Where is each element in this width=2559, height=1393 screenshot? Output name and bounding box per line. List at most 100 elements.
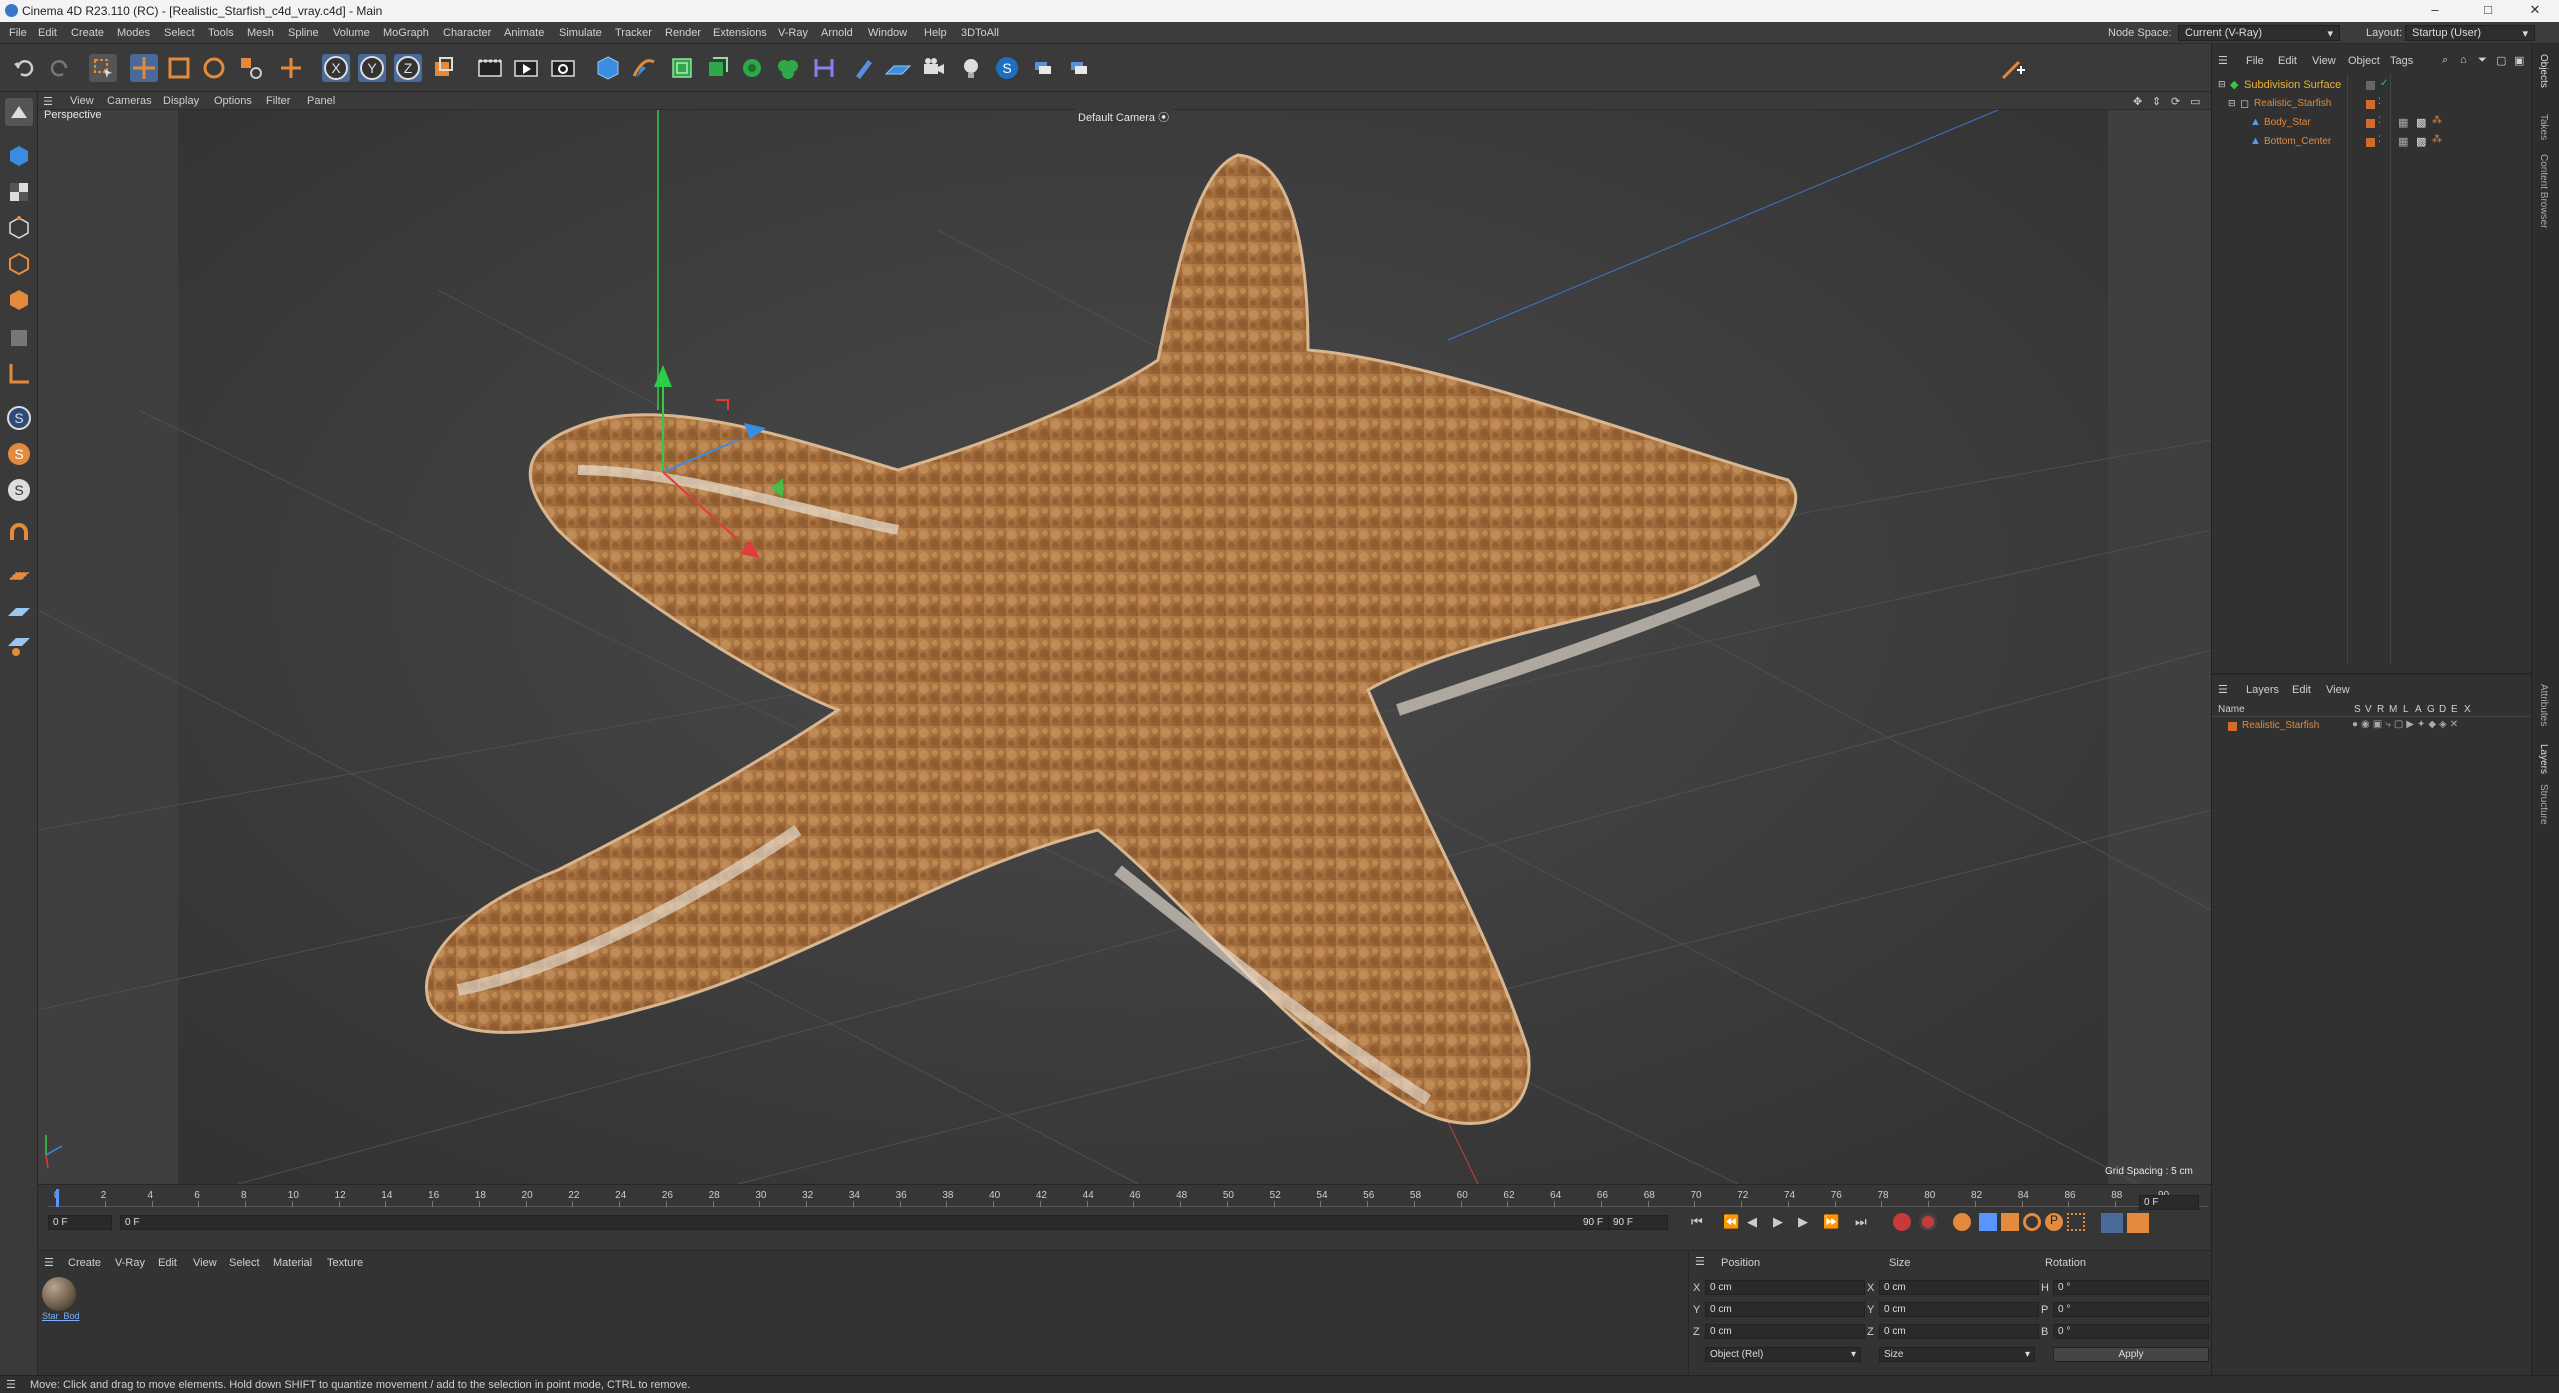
x-axis-icon[interactable]: X bbox=[322, 54, 350, 82]
viewport-menu-filter[interactable]: Filter bbox=[266, 95, 290, 107]
material-tag-icon[interactable]: ▩ bbox=[2416, 135, 2426, 148]
edges-mode-icon[interactable] bbox=[5, 250, 33, 278]
boole-icon[interactable] bbox=[774, 54, 802, 82]
collapse-icon[interactable]: ⊟ bbox=[2218, 79, 2226, 90]
key-pla-icon[interactable] bbox=[2067, 1213, 2085, 1231]
viewport-maximize-icon[interactable]: ▭ bbox=[2190, 95, 2200, 108]
tree-row[interactable]: ⊟ ◆ Subdivision Surface ✓ bbox=[2216, 77, 2516, 95]
apply-button[interactable]: Apply bbox=[2053, 1347, 2209, 1362]
next-key-icon[interactable]: ⏩ bbox=[1823, 1214, 1839, 1230]
live-selection-icon[interactable] bbox=[89, 54, 117, 82]
layer-row[interactable]: Realistic_Starfish ●◉▣⤷▢▶✦◆◈✕ bbox=[2212, 719, 2532, 735]
material-swatch[interactable]: Star_Bod bbox=[42, 1277, 80, 1325]
hamburger-icon[interactable]: ☰ bbox=[2218, 54, 2228, 67]
minimize-button[interactable]: – bbox=[2415, 2, 2455, 17]
hamburger-icon[interactable]: ☰ bbox=[6, 1378, 16, 1391]
menu-volume[interactable]: Volume bbox=[333, 27, 370, 39]
points-mode-icon[interactable] bbox=[5, 214, 33, 242]
render-view-icon[interactable] bbox=[512, 54, 540, 82]
layer-color-swatch[interactable] bbox=[2366, 138, 2375, 147]
mat-menu-vray[interactable]: V-Ray bbox=[115, 1257, 145, 1269]
timeline-window-icon[interactable] bbox=[2127, 1213, 2149, 1233]
uv-mode-icon[interactable] bbox=[5, 324, 33, 352]
make-editable-icon[interactable] bbox=[5, 98, 33, 126]
light-icon[interactable] bbox=[957, 54, 985, 82]
rotate-icon[interactable] bbox=[200, 54, 228, 82]
end-frame-field[interactable]: 90 F bbox=[1608, 1215, 1668, 1230]
vray-tag-icon[interactable]: ⁂ bbox=[2432, 134, 2442, 145]
magnet-icon[interactable] bbox=[5, 520, 33, 548]
layer-color-swatch[interactable] bbox=[2228, 722, 2237, 731]
tree-row[interactable]: ⊟ ◻ Realistic_Starfish ⁚ bbox=[2216, 96, 2516, 114]
mat-menu-edit[interactable]: Edit bbox=[158, 1257, 177, 1269]
snap-tool-icon[interactable] bbox=[1999, 54, 2027, 82]
rot-b-field[interactable]: 0 ° bbox=[2053, 1324, 2209, 1339]
menu-vray[interactable]: V-Ray bbox=[778, 27, 808, 39]
visibility-dots-icon[interactable]: ⁚ bbox=[2378, 96, 2381, 107]
layer-flag-icons[interactable]: ●◉▣⤷▢▶✦◆◈✕ bbox=[2352, 719, 2461, 730]
extrude-icon[interactable] bbox=[703, 54, 731, 82]
menu-spline[interactable]: Spline bbox=[288, 27, 319, 39]
tree-row[interactable]: ▲ Body_Star ⁚ ▦ ▩ ⁂ bbox=[2216, 115, 2516, 133]
play-icon[interactable]: ▶ bbox=[1773, 1214, 1783, 1230]
viewport-move-icon[interactable]: ✥ bbox=[2133, 95, 2142, 108]
texture-tag-icon[interactable]: ▦ bbox=[2398, 116, 2408, 129]
menu-help[interactable]: Help bbox=[924, 27, 947, 39]
workplane-icon[interactable] bbox=[5, 562, 33, 590]
menu-animate[interactable]: Animate bbox=[504, 27, 544, 39]
size-x-field[interactable]: 0 cm bbox=[1879, 1280, 2039, 1295]
solo-icon[interactable]: S bbox=[5, 440, 33, 468]
menu-render[interactable]: Render bbox=[665, 27, 701, 39]
timeline-ruler[interactable]: 0246810121416182022242628303234363840424… bbox=[48, 1189, 2208, 1207]
snap-icon[interactable]: S bbox=[5, 404, 33, 432]
layer-menu-layers[interactable]: Layers bbox=[2246, 684, 2279, 696]
maximize-button[interactable]: □ bbox=[2468, 2, 2508, 17]
floor-icon[interactable] bbox=[884, 54, 912, 82]
viewport-menu-cameras[interactable]: Cameras bbox=[107, 95, 152, 107]
redo-icon[interactable] bbox=[46, 54, 74, 82]
camera-label[interactable]: Default Camera ⦿ bbox=[1076, 109, 1172, 125]
vray-tag-icon[interactable]: ⁂ bbox=[2432, 115, 2442, 126]
visibility-dots-icon[interactable]: ⁚ bbox=[2378, 115, 2381, 126]
python2-icon[interactable] bbox=[1065, 54, 1093, 82]
tab-content-browser[interactable]: Content Browser bbox=[2538, 154, 2549, 228]
hamburger-icon[interactable]: ☰ bbox=[1695, 1255, 1705, 1268]
menu-arnold[interactable]: Arnold bbox=[821, 27, 853, 39]
viewport-scene[interactable]: Perspective Default Camera ⦿ Grid Spacin… bbox=[38, 109, 2211, 1184]
scale-icon[interactable] bbox=[165, 54, 193, 82]
obj-menu-edit[interactable]: Edit bbox=[2278, 55, 2297, 67]
layer-color-swatch[interactable] bbox=[2366, 100, 2375, 109]
tab-takes[interactable]: Takes bbox=[2538, 114, 2549, 140]
autokey-icon[interactable] bbox=[1919, 1213, 1937, 1231]
menu-tools[interactable]: Tools bbox=[208, 27, 234, 39]
obj-menu-file[interactable]: File bbox=[2246, 55, 2264, 67]
viewport-menu-panel[interactable]: Panel bbox=[307, 95, 335, 107]
menu-mesh[interactable]: Mesh bbox=[247, 27, 274, 39]
motion-mode-icon[interactable] bbox=[2101, 1213, 2123, 1233]
playhead[interactable] bbox=[56, 1189, 59, 1207]
key-scale-icon[interactable] bbox=[2001, 1213, 2019, 1231]
close-panel-icon[interactable]: ▣ bbox=[2514, 54, 2524, 67]
render-settings-icon[interactable] bbox=[549, 54, 577, 82]
y-axis-icon[interactable]: Y bbox=[358, 54, 386, 82]
rot-h-field[interactable]: 0 ° bbox=[2053, 1280, 2209, 1295]
quantize-icon[interactable] bbox=[5, 632, 33, 660]
tree-row[interactable]: ▲ Bottom_Center ⁚ ▦ ▩ ⁂ bbox=[2216, 134, 2516, 152]
range-slider[interactable]: 0 F 90 F bbox=[120, 1215, 1620, 1230]
menu-extensions[interactable]: Extensions bbox=[713, 27, 767, 39]
material-tag-icon[interactable]: ▩ bbox=[2416, 116, 2426, 129]
layer-menu-edit[interactable]: Edit bbox=[2292, 684, 2311, 696]
go-to-start-icon[interactable]: ⏮ bbox=[1691, 1214, 1703, 1230]
visibility-dots-icon[interactable]: ⁚ bbox=[2378, 134, 2381, 145]
texture-tag-icon[interactable]: ▦ bbox=[2398, 135, 2408, 148]
key-position-icon[interactable] bbox=[1979, 1213, 1997, 1231]
cube-icon[interactable] bbox=[594, 54, 622, 82]
menu-edit[interactable]: Edit bbox=[38, 27, 57, 39]
grid-icon[interactable] bbox=[5, 598, 33, 626]
render-region-icon[interactable] bbox=[476, 54, 504, 82]
keyframe-selection-icon[interactable] bbox=[1953, 1213, 1971, 1231]
obj-menu-view[interactable]: View bbox=[2312, 55, 2336, 67]
next-frame-icon[interactable]: ▶ bbox=[1798, 1214, 1808, 1230]
column-divider[interactable] bbox=[2390, 74, 2391, 664]
record-icon[interactable] bbox=[1893, 1213, 1911, 1231]
